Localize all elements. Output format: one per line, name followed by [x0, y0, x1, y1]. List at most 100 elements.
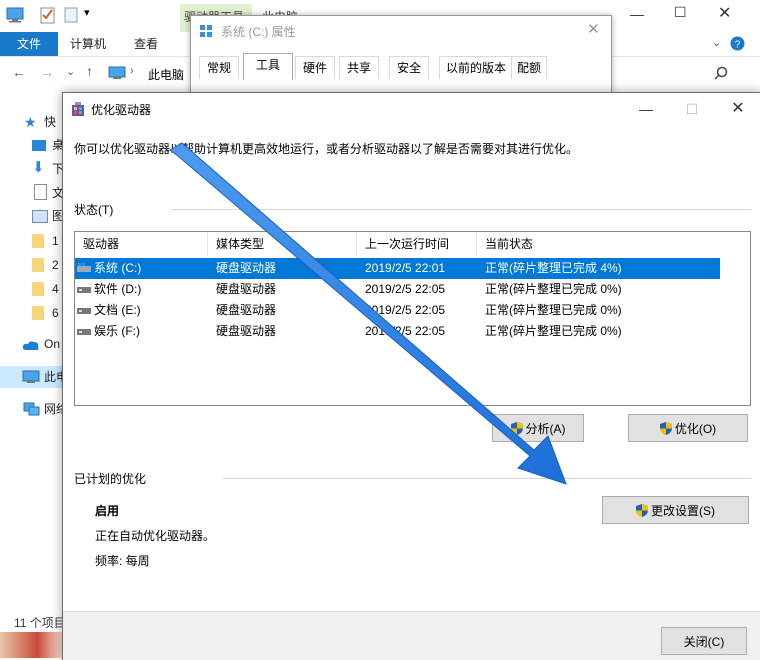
column-header-drive[interactable]: 驱动器 [75, 232, 208, 256]
tab-sharing[interactable]: 共享 [339, 56, 379, 79]
nav-item-folder-4[interactable]: 4 [52, 279, 59, 299]
search-icon[interactable] [714, 66, 728, 80]
drive-status: 正常(碎片整理已完成 4%) [485, 261, 622, 275]
hard-drive-icon [77, 329, 91, 335]
drive-name: 娱乐 (F:) [94, 324, 140, 338]
forward-arrow-icon[interactable]: → [40, 64, 54, 80]
scheduled-divider [223, 478, 751, 479]
drive-last-run: 2019/2/5 22:05 [365, 324, 446, 338]
dialog-titlebar: 优化驱动器 — ☐ ✕ [63, 93, 760, 125]
scheduled-section-label: 已计划的优化 [74, 472, 147, 486]
optimize-button[interactable]: 优化(O) [628, 414, 748, 442]
explorer-minimize-button[interactable]: — [630, 6, 644, 22]
address-text[interactable]: 此电脑 [148, 66, 184, 83]
uac-shield-icon [510, 422, 523, 435]
status-section-label: 状态(T) [74, 203, 114, 217]
drive-status: 正常(碎片整理已完成 0%) [485, 324, 622, 338]
hard-drive-icon [77, 287, 91, 293]
explorer-close-button[interactable]: ✕ [718, 3, 731, 23]
table-row[interactable]: 文档 (E:) 硬盘驱动器 2019/2/5 22:05 正常(碎片整理已完成 … [75, 300, 720, 321]
dialog-description: 你可以优化驱动器以帮助计算机更高效地运行，或者分析驱动器以了解是否需要对其进行优… [74, 142, 579, 156]
tab-quota[interactable]: 配额 [511, 56, 547, 79]
change-settings-button[interactable]: 更改设置(S) [602, 496, 749, 524]
schedule-frequency: 频率: 每周 [95, 554, 150, 568]
back-arrow-icon[interactable]: ← [12, 64, 26, 80]
tab-file[interactable]: 文件 [0, 32, 58, 56]
taskbar-thumbnail [0, 632, 62, 658]
uac-shield-icon [659, 422, 672, 435]
help-icon[interactable]: ? [730, 36, 745, 51]
computer-icon [6, 7, 24, 23]
svg-text:?: ? [735, 40, 741, 51]
address-computer-icon [108, 66, 126, 79]
quick-access-star-icon: ★ [24, 114, 37, 130]
recent-dropdown-icon[interactable]: ⌄ [66, 65, 75, 78]
table-row[interactable]: 软件 (D:) 硬盘驱动器 2019/2/5 22:05 正常(碎片整理已完成 … [75, 279, 720, 300]
dialog-close-button[interactable]: ✕ [715, 93, 760, 125]
folder-icon [32, 258, 44, 272]
dialog-footer: 关闭(C) [63, 611, 760, 660]
table-row[interactable]: 系统 (C:) 硬盘驱动器 2019/2/5 22:01 正常(碎片整理已完成 … [75, 258, 720, 279]
drive-status: 正常(碎片整理已完成 0%) [485, 303, 622, 317]
uac-shield-icon [636, 504, 648, 517]
tab-tools[interactable]: 工具 [243, 53, 293, 80]
analyze-button[interactable]: 分析(A) [492, 414, 584, 442]
column-header-media-type[interactable]: 媒体类型 [208, 232, 357, 256]
table-row[interactable]: 娱乐 (F:) 硬盘驱动器 2019/2/5 22:05 正常(碎片整理已完成 … [75, 321, 720, 342]
nav-item-folder-6[interactable]: 6 [52, 303, 59, 323]
breadcrumb-chevron-icon: › [130, 65, 134, 77]
hard-drive-icon [77, 308, 91, 314]
optimize-drives-dialog: 优化驱动器 — ☐ ✕ 你可以优化驱动器以帮助计算机更高效地运行，或者分析驱动器… [62, 92, 760, 660]
dialog-title: 优化驱动器 [91, 103, 152, 117]
up-arrow-icon[interactable]: ↑ [86, 63, 93, 79]
explorer-maximize-button[interactable]: ☐ [674, 4, 687, 21]
tab-computer[interactable]: 计算机 [70, 32, 106, 56]
folder-icon [32, 234, 44, 248]
nav-item-onedrive[interactable]: On [44, 334, 60, 354]
drive-media-type: 硬盘驱动器 [216, 324, 277, 338]
nav-item-folder-1[interactable]: 1 [52, 231, 59, 251]
drive-status: 正常(碎片整理已完成 0%) [485, 282, 622, 296]
drive-name: 系统 (C:) [94, 261, 142, 275]
defrag-icon [72, 102, 84, 116]
drive-last-run: 2019/2/5 22:05 [365, 282, 446, 296]
close-button[interactable]: 关闭(C) [661, 627, 747, 655]
status-item-count: 11 个项目 [14, 616, 66, 630]
tab-view[interactable]: 查看 [134, 32, 158, 56]
network-icon [23, 402, 40, 416]
drive-name: 软件 (D:) [94, 282, 142, 296]
folder-icon [32, 306, 44, 320]
documents-icon [34, 184, 47, 200]
properties-title: 系统 (C:) 属性 [221, 25, 296, 39]
column-header-status[interactable]: 当前状态 [477, 232, 750, 256]
ribbon-expand-icon[interactable]: ⌄ [712, 36, 721, 49]
properties-check-icon[interactable] [40, 6, 56, 24]
downloads-icon: ⬇ [32, 159, 45, 176]
column-header-last-run[interactable]: 上一次运行时间 [357, 232, 477, 256]
new-folder-icon[interactable] [64, 6, 78, 24]
schedule-state: 启用 [95, 504, 120, 518]
drive-name: 文档 (E:) [94, 303, 141, 317]
customize-toolbar-icon[interactable]: ▾ [84, 6, 90, 19]
drive-media-type: 硬盘驱动器 [216, 303, 277, 317]
tab-general[interactable]: 常规 [199, 56, 239, 79]
dialog-minimize-button[interactable]: — [623, 93, 669, 125]
folder-icon [32, 282, 44, 296]
nav-item-folder-2[interactable]: 2 [52, 255, 59, 275]
schedule-description: 正在自动优化驱动器。 [95, 529, 216, 543]
analyze-button-label: 分析(A) [525, 422, 566, 436]
drives-list[interactable]: 驱动器 媒体类型 上一次运行时间 当前状态 系统 (C:) 硬盘驱动器 2019… [74, 231, 751, 406]
desktop-icon [32, 140, 46, 151]
system-drive-icon [77, 263, 91, 272]
tab-security[interactable]: 安全 [389, 56, 429, 79]
dialog-maximize-button[interactable]: ☐ [669, 93, 715, 125]
tab-previous-versions[interactable]: 以前的版本 [439, 56, 513, 79]
nav-item-quick-access[interactable]: 快 [44, 112, 56, 132]
change-settings-label: 更改设置(S) [651, 504, 715, 518]
drive-icon [200, 25, 212, 37]
drive-media-type: 硬盘驱动器 [216, 261, 277, 275]
tab-hardware[interactable]: 硬件 [295, 56, 335, 79]
properties-close-button[interactable]: ✕ [587, 20, 600, 38]
pictures-icon [32, 210, 48, 223]
drive-last-run: 2019/2/5 22:01 [365, 261, 446, 275]
